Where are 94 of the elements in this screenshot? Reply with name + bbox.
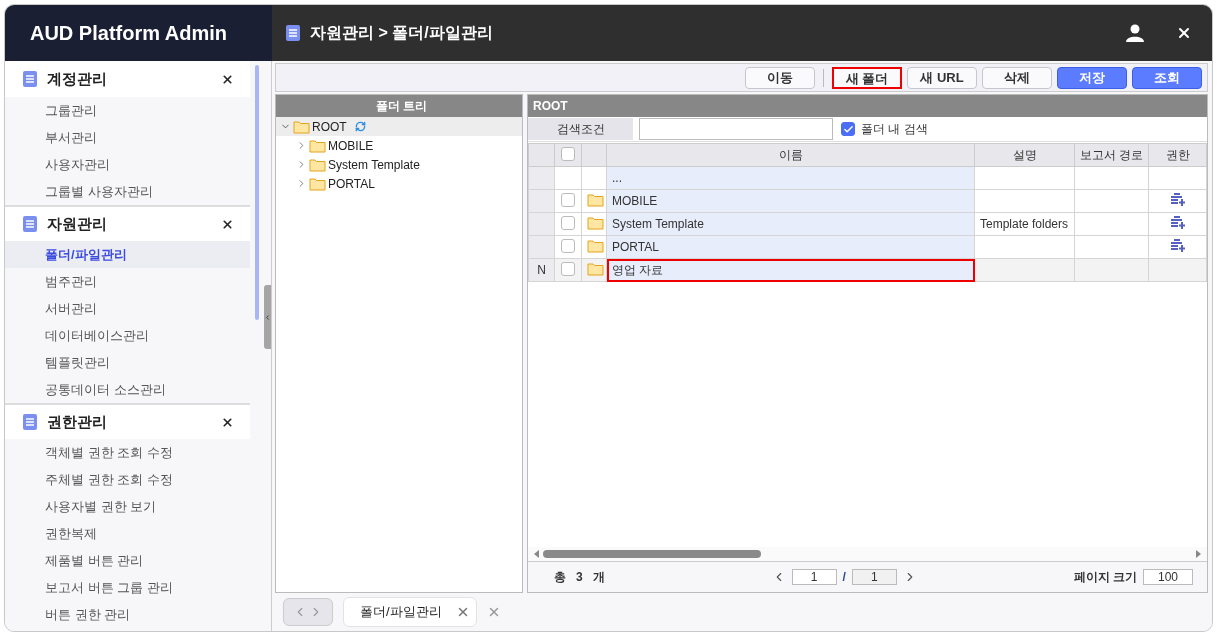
toolbar-button[interactable]: 삭제 bbox=[982, 66, 1052, 89]
permission-add-icon[interactable] bbox=[1170, 216, 1185, 229]
sidebar-item[interactable]: 보고서 버튼 그룹 관리 bbox=[5, 574, 250, 601]
folder-icon bbox=[587, 192, 604, 207]
sidebar-item[interactable]: 객체별 권한 조회 수정 bbox=[5, 439, 250, 466]
sidebar-item[interactable]: 그룹별 사용자관리 bbox=[5, 178, 250, 205]
scrollbar-thumb[interactable] bbox=[255, 65, 259, 320]
document-icon bbox=[23, 216, 37, 232]
section-title: 자원관리 bbox=[47, 214, 108, 234]
tab[interactable]: 폴더/파일관리 bbox=[343, 597, 477, 627]
permission-add-icon[interactable] bbox=[1170, 239, 1185, 252]
sidebar-item[interactable]: 권한복제 bbox=[5, 520, 250, 547]
sidebar-item[interactable]: 범주관리 bbox=[5, 268, 250, 295]
panel-header: ROOT bbox=[528, 95, 1207, 117]
collapse-handle[interactable] bbox=[264, 285, 271, 349]
page-count: 1 bbox=[851, 569, 897, 585]
tab-label: 폴더/파일관리 bbox=[360, 603, 442, 621]
table-cell[interactable]: ... bbox=[606, 166, 975, 190]
sidebar-item[interactable]: 템플릿관리 bbox=[5, 349, 250, 376]
sidebar-section-header[interactable]: 자원관리 bbox=[5, 205, 250, 241]
permission-add-icon[interactable] bbox=[1170, 193, 1185, 206]
refresh-icon[interactable] bbox=[354, 121, 366, 132]
search-label: 검색조건 bbox=[528, 118, 633, 140]
close-icon[interactable] bbox=[1176, 25, 1192, 41]
total-unit: 개 bbox=[592, 568, 605, 586]
sidebar-section-header[interactable]: 계정관리 bbox=[5, 61, 250, 97]
folder-icon bbox=[309, 138, 326, 153]
checkbox[interactable] bbox=[561, 146, 575, 161]
folder-icon bbox=[309, 157, 326, 172]
panel-header: 폴더 트리 bbox=[276, 95, 522, 117]
section-title: 계정관리 bbox=[47, 69, 108, 89]
total-label: 총 bbox=[554, 568, 566, 586]
table-cell[interactable]: System Template bbox=[606, 212, 975, 236]
tree-node[interactable]: ROOT bbox=[312, 119, 347, 134]
column-header[interactable]: 설명 bbox=[974, 143, 1075, 167]
folder-icon bbox=[587, 215, 604, 230]
page-size-label: 페이지 크기 bbox=[1073, 568, 1137, 586]
tree-node[interactable]: System Template bbox=[328, 157, 420, 172]
toolbar-button[interactable]: 새 URL bbox=[907, 66, 977, 89]
column-header[interactable]: 이름 bbox=[606, 143, 975, 167]
search-field[interactable] bbox=[639, 118, 833, 140]
close-icon[interactable] bbox=[221, 72, 234, 86]
column-header[interactable]: 권한 bbox=[1148, 143, 1207, 167]
sidebar-item[interactable]: 주체별 권한 조회 수정 bbox=[5, 466, 250, 493]
breadcrumb: 자원관리 > 폴더/파일관리 bbox=[310, 22, 494, 43]
user-icon[interactable] bbox=[1126, 24, 1144, 42]
checkbox[interactable] bbox=[841, 122, 855, 136]
table-cell[interactable]: 영업 자료 bbox=[606, 258, 975, 282]
checkbox[interactable] bbox=[561, 215, 575, 230]
tree-node[interactable]: MOBILE bbox=[328, 138, 374, 153]
sidebar-item[interactable]: 그룹관리 bbox=[5, 97, 250, 124]
sidebar-item[interactable]: 사용자관리 bbox=[5, 151, 250, 178]
checkbox[interactable] bbox=[561, 192, 575, 207]
folder-icon bbox=[587, 238, 604, 253]
page-size-field[interactable]: 100 bbox=[1143, 569, 1193, 585]
folder-icon bbox=[309, 176, 326, 191]
column-header[interactable]: 보고서 경로 bbox=[1074, 143, 1149, 167]
sidebar-item[interactable]: 제품별 버튼 관리 bbox=[5, 547, 250, 574]
sidebar-section-header[interactable]: 권한관리 bbox=[5, 403, 250, 439]
scroll-right-icon[interactable] bbox=[1196, 550, 1201, 558]
checkbox[interactable] bbox=[561, 261, 575, 276]
table-cell: Template folders bbox=[980, 217, 1069, 231]
sidebar-item[interactable]: 데이터베이스관리 bbox=[5, 322, 250, 349]
toolbar-button[interactable]: 저장 bbox=[1057, 66, 1127, 89]
document-icon bbox=[23, 414, 37, 430]
sidebar-item[interactable]: 버튼 권한 관리 bbox=[5, 601, 250, 628]
row-status: N bbox=[537, 263, 546, 277]
page-separator: / bbox=[842, 570, 846, 584]
sidebar-item[interactable]: 사용자별 권한 보기 bbox=[5, 493, 250, 520]
document-icon bbox=[286, 25, 300, 41]
scroll-left-icon[interactable] bbox=[534, 550, 539, 558]
section-title: 권한관리 bbox=[47, 412, 108, 432]
toolbar-button[interactable]: 이동 bbox=[745, 66, 815, 89]
toolbar-button[interactable]: 새 폴더 bbox=[832, 66, 902, 89]
tree-node[interactable]: PORTAL bbox=[328, 176, 375, 191]
chevron-left-icon bbox=[264, 312, 271, 322]
app-title: AUD Platform Admin bbox=[5, 5, 272, 61]
checkbox[interactable] bbox=[561, 238, 575, 253]
sidebar-item[interactable]: 공통데이터 소스관리 bbox=[5, 376, 250, 403]
sidebar-item[interactable]: 서버관리 bbox=[5, 295, 250, 322]
page-field[interactable]: 1 bbox=[791, 569, 837, 585]
close-icon[interactable] bbox=[221, 415, 234, 429]
sidebar-item[interactable]: 부서관리 bbox=[5, 124, 250, 151]
toolbar-button[interactable]: 조회 bbox=[1132, 66, 1202, 89]
folder-icon bbox=[293, 119, 310, 134]
scrollbar-thumb[interactable] bbox=[543, 550, 761, 558]
document-icon bbox=[23, 71, 37, 87]
sidebar-item[interactable]: 폴더/파일관리 bbox=[5, 241, 250, 268]
folder-icon bbox=[587, 261, 604, 276]
checkbox-label: 폴더 내 검색 bbox=[861, 120, 928, 138]
total-count: 3 bbox=[576, 570, 583, 584]
close-icon[interactable] bbox=[221, 217, 234, 231]
table-cell[interactable]: MOBILE bbox=[606, 189, 975, 213]
table-cell[interactable]: PORTAL bbox=[606, 235, 975, 259]
